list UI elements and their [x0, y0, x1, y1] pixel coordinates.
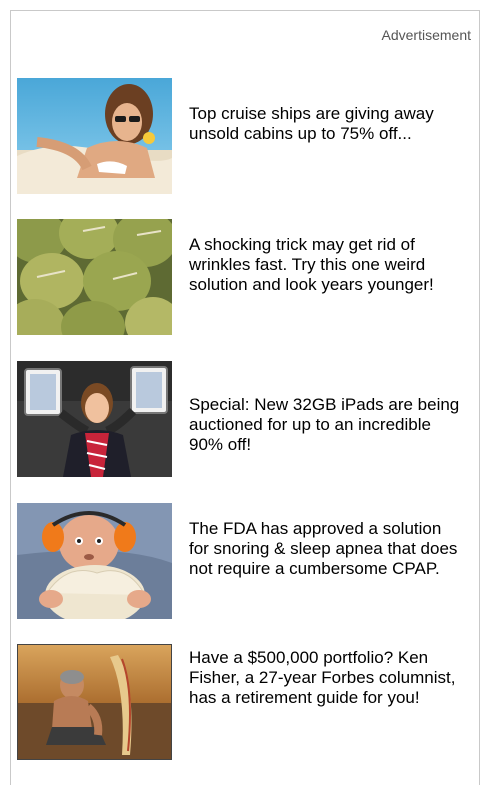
ad-item-wrinkles[interactable]: A shocking trick may get rid of wrinkles…: [17, 219, 467, 339]
cruise-woman-image[interactable]: [17, 78, 172, 194]
ad-headline[interactable]: Special: New 32GB iPads are being auctio…: [189, 395, 464, 455]
advertisement-label: Advertisement: [381, 27, 471, 43]
ad-item-portfolio[interactable]: Have a $500,000 portfolio? Ken Fisher, a…: [17, 644, 467, 764]
ad-item-ipads[interactable]: Special: New 32GB iPads are being auctio…: [17, 361, 467, 481]
beach-man-image[interactable]: [17, 644, 172, 760]
ad-headline[interactable]: Have a $500,000 portfolio? Ken Fisher, a…: [189, 648, 464, 708]
ad-headline[interactable]: The FDA has approved a solution for snor…: [189, 519, 464, 579]
ad-headline[interactable]: A shocking trick may get rid of wrinkles…: [189, 235, 464, 295]
ad-item-cruise[interactable]: Top cruise ships are giving away unsold …: [17, 78, 467, 198]
ipad-man-image[interactable]: [17, 361, 172, 477]
ad-headline[interactable]: Top cruise ships are giving away unsold …: [189, 104, 464, 144]
durian-fruit-image[interactable]: [17, 219, 172, 335]
snoring-man-image[interactable]: [17, 503, 172, 619]
ad-item-snoring[interactable]: The FDA has approved a solution for snor…: [17, 503, 467, 623]
